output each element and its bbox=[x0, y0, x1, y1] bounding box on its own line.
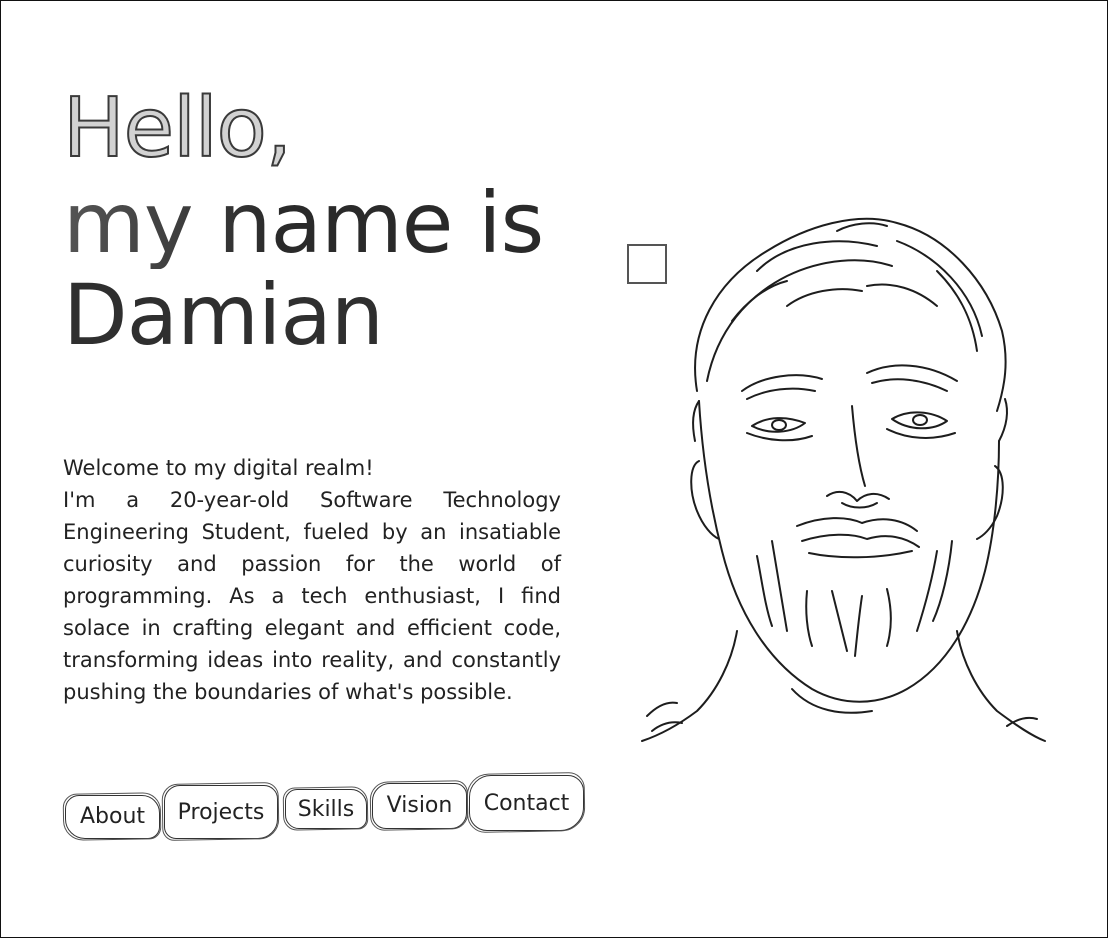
hero-heading: Hello, my name is Damian bbox=[62, 80, 544, 364]
nav-about-label: About bbox=[79, 804, 146, 829]
hero-greeting: Hello, bbox=[62, 80, 293, 177]
intro-bio: I'm a 20-year-old Software Technology En… bbox=[63, 488, 561, 704]
nav-vision-label: Vision bbox=[386, 793, 453, 818]
nav-contact-label: Contact bbox=[483, 791, 570, 816]
page-frame: Hello, my name is Damian Welcome to my d… bbox=[0, 0, 1108, 938]
intro-text: Welcome to my digital realm! I'm a 20-ye… bbox=[63, 452, 561, 708]
nav-vision-button[interactable]: Vision bbox=[369, 780, 469, 831]
nav-contact-button[interactable]: Contact bbox=[466, 771, 586, 834]
intro-welcome: Welcome to my digital realm! bbox=[63, 456, 374, 480]
hero-line-name: Damian bbox=[63, 266, 384, 364]
nav-about-button[interactable]: About bbox=[62, 792, 162, 841]
nav-skills-label: Skills bbox=[297, 797, 355, 822]
hero-line-name-intro: my name is bbox=[63, 174, 544, 272]
nav-projects-label: Projects bbox=[177, 800, 265, 825]
nav-skills-button[interactable]: Skills bbox=[282, 786, 369, 831]
portrait-sketch-icon bbox=[641, 217, 1046, 742]
nav-projects-button[interactable]: Projects bbox=[161, 781, 280, 842]
main-nav: About Projects Skills Vision Contact bbox=[62, 769, 593, 849]
